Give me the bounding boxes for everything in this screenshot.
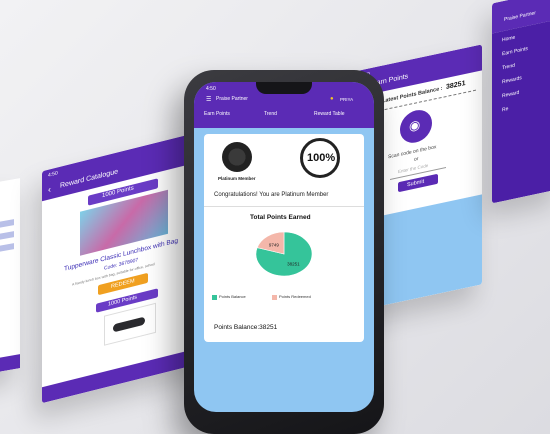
status-time: 4:50 bbox=[206, 86, 216, 92]
menu-item-earn-points[interactable]: Earn Points bbox=[502, 46, 528, 57]
phone-notch bbox=[256, 82, 312, 94]
dashboard-card: Platinum Member 100% Congratulations! Yo… bbox=[204, 134, 364, 342]
menu-item-rewards[interactable]: Rewards bbox=[502, 75, 522, 85]
points-badge-2-label: 1000 Points bbox=[108, 294, 138, 308]
scene: 4:50 ‹ Reward Catalogue ○ 1000 Points Tu… bbox=[0, 0, 550, 434]
congrats-text: Congratulations! You are Platinum Member bbox=[214, 192, 329, 198]
chart-title: Total Points Earned bbox=[250, 214, 311, 221]
scan-text: Scan code on the box bbox=[388, 144, 437, 161]
menu-item-home[interactable]: Home bbox=[502, 34, 515, 43]
points-badge-label: 1000 Points bbox=[102, 185, 134, 200]
pie-label-redeemed: 9749 bbox=[269, 242, 280, 247]
hamburger-icon[interactable]: ☰ bbox=[206, 96, 211, 103]
points-pie-chart: 38251 9749 bbox=[255, 231, 313, 277]
tab-trend[interactable]: Trend bbox=[264, 111, 277, 117]
tab-earn-points[interactable]: Earn Points bbox=[204, 111, 230, 117]
submit-button-label: Submit bbox=[407, 178, 425, 189]
user-icon: ● bbox=[330, 96, 334, 102]
iron-shape bbox=[113, 316, 145, 333]
balance-value: 38251 bbox=[446, 79, 466, 92]
points-balance-text: Points Balance:38251 bbox=[214, 324, 278, 331]
camera-icon: ◉ bbox=[409, 116, 421, 134]
tab-bar: Earn Points Trend Reward Table bbox=[204, 108, 364, 122]
phone-device: 4:50 ☰ Praise Partner ● PRIYA Earn Point… bbox=[184, 70, 384, 434]
legend-label-balance: Points Balance bbox=[219, 294, 246, 299]
user-label: PRIYA bbox=[340, 97, 354, 102]
menu-item-reward[interactable]: Reward bbox=[502, 90, 519, 100]
scan-button[interactable]: ◉ bbox=[400, 107, 432, 146]
menu-brand: Praise Partner bbox=[504, 10, 536, 23]
phone-screen: 4:50 ☰ Praise Partner ● PRIYA Earn Point… bbox=[194, 82, 374, 412]
back-arrow-icon[interactable]: ‹ bbox=[48, 184, 51, 195]
app-brand: Praise Partner bbox=[216, 96, 248, 102]
chart-legend: Points Balance Points Redeemed bbox=[212, 294, 362, 302]
or-text: or bbox=[414, 155, 419, 163]
platinum-badge-icon bbox=[222, 142, 252, 172]
menu-list: Home Earn Points Trend Rewards Reward Re bbox=[492, 18, 550, 204]
left-screen-row bbox=[0, 231, 14, 244]
legend-swatch-redeemed bbox=[272, 295, 277, 300]
left-screen-row bbox=[0, 219, 14, 232]
code-placeholder: Enter the Code bbox=[398, 162, 429, 175]
tab-reward-table[interactable]: Reward Table bbox=[314, 111, 344, 117]
member-caption: Platinum Member bbox=[218, 176, 256, 181]
product-image-2 bbox=[104, 302, 156, 346]
menu-item-re[interactable]: Re bbox=[502, 106, 508, 113]
legend-swatch-balance bbox=[212, 295, 217, 300]
menu-item-trend[interactable]: Trend bbox=[502, 63, 515, 72]
left-screen-footer bbox=[0, 354, 20, 376]
status-time: 4:50 bbox=[48, 170, 58, 179]
pie-label-balance: 38251 bbox=[287, 262, 300, 267]
reward-title: Reward Catalogue bbox=[60, 168, 118, 190]
menu-screen: Praise Partner Home Earn Points Trend Re… bbox=[492, 0, 550, 204]
legend-label-redeemed: Points Redeemed bbox=[279, 294, 311, 299]
divider bbox=[204, 206, 364, 207]
left-screen-fragment bbox=[0, 178, 20, 376]
progress-percent: 100% bbox=[307, 152, 336, 164]
left-screen-row bbox=[0, 243, 14, 256]
redeem-button-label: REDEEM bbox=[111, 278, 135, 290]
progress-ring: 100% bbox=[300, 138, 340, 178]
